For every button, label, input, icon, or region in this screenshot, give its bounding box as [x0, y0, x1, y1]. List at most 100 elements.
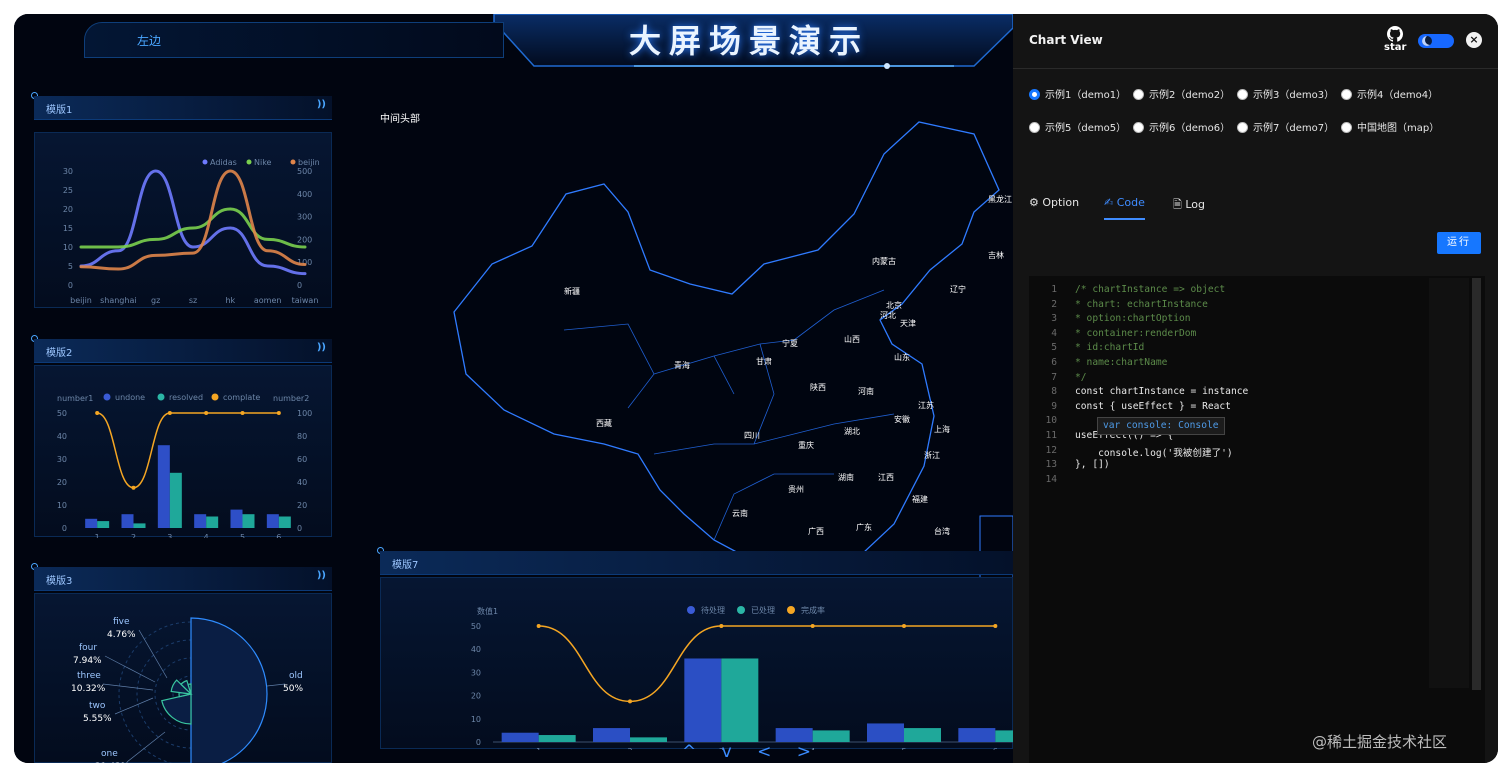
line-number: 6 [1051, 357, 1057, 368]
hover-tooltip: var console: Console [1097, 417, 1225, 435]
radio-demo2[interactable]: 示例2（demo2） [1133, 86, 1230, 101]
bar-pending [775, 728, 813, 742]
legend-dot [103, 393, 111, 401]
province-label: 西藏 [596, 418, 612, 428]
x-tick: 5 [901, 747, 906, 750]
legend-dot [787, 606, 795, 614]
legend-label: resolved [169, 393, 203, 402]
bar-undone [157, 445, 170, 528]
code-editor[interactable]: 1 /* chartInstance => object 2 * chart: ech… [1029, 276, 1485, 763]
tab-log[interactable]: 🗎 Log [1173, 196, 1205, 215]
slice-value: 50% [283, 684, 303, 694]
editor-scrollbar[interactable] [1472, 278, 1481, 690]
line-point [810, 624, 815, 628]
line-number: 2 [1051, 298, 1057, 310]
china-map[interactable]: 新疆西藏 青海 甘肃宁夏 内蒙古 黑龙江吉林辽宁北京天津河北山西陕西 山东河南四川重庆 湖北… [414, 94, 1013, 594]
y-right-tick: 0 [297, 281, 302, 290]
radio-demo7[interactable]: 示例7（demo7） [1237, 119, 1334, 134]
y-right-tick: 400 [297, 190, 312, 199]
y-right-tick: 20 [297, 501, 307, 510]
radio-demo4[interactable]: 示例4（demo4） [1341, 86, 1438, 101]
legend-dot [211, 393, 219, 401]
line-text: console.log('我被创建了') [1075, 447, 1233, 459]
series-line-Nike [79, 207, 307, 249]
line-text: * chart: echartInstance [1075, 298, 1208, 310]
radio-demo3[interactable]: 示例3（demo3） [1237, 86, 1334, 101]
slice-name: three [77, 671, 101, 681]
line-number: 9 [1051, 400, 1057, 412]
radio-demo5[interactable]: 示例5（demo5） [1029, 119, 1126, 134]
line-rate [538, 625, 996, 703]
line-number: 7 [1051, 371, 1057, 383]
x-tick: 4 [204, 533, 209, 538]
code-line: 4 * container:renderDom [1029, 328, 1449, 342]
slice-leader [138, 629, 168, 679]
bar-undone [121, 514, 134, 528]
close-button[interactable]: × [1466, 32, 1482, 48]
radio-label: 中国地图（map） [1357, 123, 1440, 134]
legend-dot [737, 606, 745, 614]
theme-toggle[interactable] [1418, 34, 1454, 48]
province-label: 贵州 [788, 484, 804, 494]
file-icon: 🗎 [1173, 198, 1182, 211]
y-right-tick: 40 [297, 478, 307, 487]
panel-3-title-text: 模版3 [46, 576, 73, 587]
line-number: 3 [1051, 313, 1057, 325]
edit-icon: ✍ [1104, 196, 1114, 209]
series-line-Adidas [79, 169, 307, 276]
line-point [167, 411, 172, 415]
x-tick: sz [189, 296, 197, 305]
bar-undone [194, 514, 207, 528]
run-button[interactable]: 运行 [1437, 232, 1481, 254]
line-chart: 0510152025300100200300400500beijin shangh… [63, 158, 320, 305]
x-tick: 2 [627, 747, 632, 750]
legend-dot [246, 159, 252, 165]
code-line: 11 useEffect(() => { [1029, 430, 1449, 444]
y-right-tick: 80 [297, 432, 307, 441]
tab-option-label: Option [1042, 196, 1080, 209]
tab-option[interactable]: ⚙ Option [1029, 196, 1079, 209]
bar-pending [501, 732, 539, 742]
slice-value: 5.55% [83, 714, 112, 724]
moon-icon [1422, 36, 1432, 46]
slice-value: 7.94% [73, 656, 102, 666]
radio-demo1[interactable]: 示例1（demo1） [1029, 86, 1126, 101]
x-tick: taiwan [292, 296, 319, 305]
radio-circle [1237, 89, 1248, 100]
radio-circle [1029, 122, 1040, 133]
radio-map[interactable]: 中国地图（map） [1341, 119, 1439, 134]
tab-log-label: Log [1185, 198, 1206, 211]
radio-demo6[interactable]: 示例6（demo6） [1133, 119, 1230, 134]
y-left-tick: 40 [471, 645, 481, 654]
province-label: 河南 [858, 386, 874, 396]
line-point [536, 624, 541, 628]
line-number: 11 [1045, 430, 1057, 441]
slice-old [190, 617, 268, 763]
y-left-label: number1 [57, 394, 93, 403]
radio-circle [1133, 122, 1144, 133]
watermark: @稀土掘金技术社区 [1312, 733, 1448, 751]
x-tick: 5 [240, 533, 245, 538]
bar-done [995, 730, 1013, 742]
x-tick: 3 [167, 533, 172, 538]
bar-resolved [206, 516, 219, 528]
x-tick: beijin [70, 296, 92, 305]
line-text: * option:chartOption [1075, 313, 1191, 325]
hover-tooltip-text: var console: Console [1103, 420, 1219, 431]
x-tick: 2 [131, 533, 136, 538]
nav-arrows[interactable]: ^ v < > [682, 742, 821, 762]
y-left-tick: 20 [57, 478, 67, 487]
province-label: 山东 [894, 352, 910, 362]
y-left-tick: 10 [63, 243, 73, 252]
y-left-tick: 50 [471, 622, 481, 631]
github-star-button[interactable]: star [1384, 26, 1406, 56]
tab-code[interactable]: ✍ Code [1104, 196, 1145, 220]
map-outline [453, 121, 1000, 575]
y-right-tick: 60 [297, 455, 307, 464]
y-left-tick: 30 [471, 668, 481, 677]
legend-label: Adidas [210, 158, 237, 167]
slice-value: 21.43% [95, 762, 130, 763]
y-left-tick: 0 [62, 524, 67, 533]
y-right-tick: 100 [297, 409, 312, 418]
x-tick: shanghai [100, 296, 136, 305]
